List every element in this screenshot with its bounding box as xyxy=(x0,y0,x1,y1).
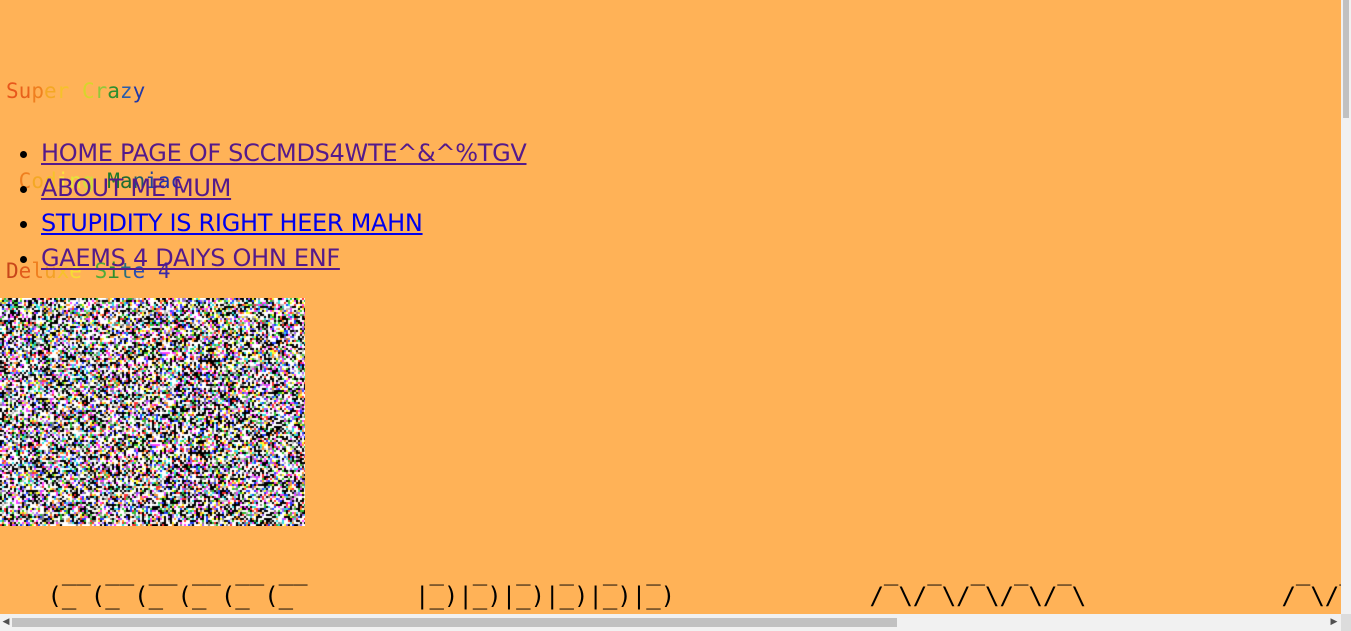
site-title-char: e xyxy=(43,79,57,103)
site-title-char xyxy=(69,79,82,103)
ascii-art-block-3: _ _ _ _ _ / \/ \/ \/ \/ \ xyxy=(855,560,1086,608)
site-title-char: r xyxy=(94,79,108,103)
ascii-art-block-2: _ _ _ _ _ _ |_)|_)|_)|_)|_)|_) xyxy=(415,560,675,608)
ascii-art-line: / \/ \ xyxy=(1281,582,1340,610)
ascii-art-block-1: __ __ __ __ __ __ (_ (_ (_ (_ (_ (_ xyxy=(33,560,307,610)
site-title-char: z xyxy=(119,79,133,103)
page-viewport: Super Crazy Coding Maniac Deluxe Site 4 … xyxy=(0,0,1341,614)
nav-list-item: STUPIDITY IS RIGHT HEER MAHN xyxy=(41,206,527,241)
horizontal-scrollbar[interactable]: ◀ ▶ xyxy=(0,614,1341,631)
site-title-char: a xyxy=(107,79,120,103)
nav-list-item: ABOUT ME MUM xyxy=(41,171,527,206)
ascii-art-line: (_ (_ (_ (_ (_ (_ xyxy=(33,582,294,610)
site-title-char: y xyxy=(132,79,146,103)
nav-link-games[interactable]: GAEMS 4 DAIYS OHN ENF xyxy=(41,244,340,272)
scrollbar-corner xyxy=(1341,614,1351,631)
vertical-scrollbar[interactable] xyxy=(1341,0,1351,614)
ascii-art-line: |_)|_)|_)|_)|_)|_) xyxy=(415,582,676,610)
nav-list-item: GAEMS 4 DAIYS OHN ENF xyxy=(41,241,527,276)
nav-link-about[interactable]: ABOUT ME MUM xyxy=(41,174,231,202)
glitch-noise-image xyxy=(0,298,305,526)
site-title-char: u xyxy=(18,79,32,103)
ascii-art-line: / \/ \/ \/ \/ \ xyxy=(855,582,1087,610)
site-title-char: r xyxy=(56,79,70,103)
nav-link-stupidity[interactable]: STUPIDITY IS RIGHT HEER MAHN xyxy=(41,209,423,237)
ascii-art-block-4: _ _ / \/ \ xyxy=(1267,560,1341,608)
site-title-char: S xyxy=(6,79,19,103)
site-title-line-1: Super Crazy xyxy=(6,76,183,106)
nav-link-list: HOME PAGE OF SCCMDS4WTE^&^%TGV ABOUT ME … xyxy=(0,136,527,276)
site-title-char: p xyxy=(31,79,44,103)
vertical-scrollbar-thumb[interactable] xyxy=(1343,0,1349,118)
scroll-left-arrow-icon[interactable]: ◀ xyxy=(1,617,11,628)
horizontal-scrollbar-thumb[interactable] xyxy=(12,618,897,627)
nav-list-item: HOME PAGE OF SCCMDS4WTE^&^%TGV xyxy=(41,136,527,171)
scroll-right-arrow-icon[interactable]: ▶ xyxy=(1329,617,1339,628)
site-title-char: C xyxy=(81,79,95,103)
nav-link-home[interactable]: HOME PAGE OF SCCMDS4WTE^&^%TGV xyxy=(41,139,527,167)
